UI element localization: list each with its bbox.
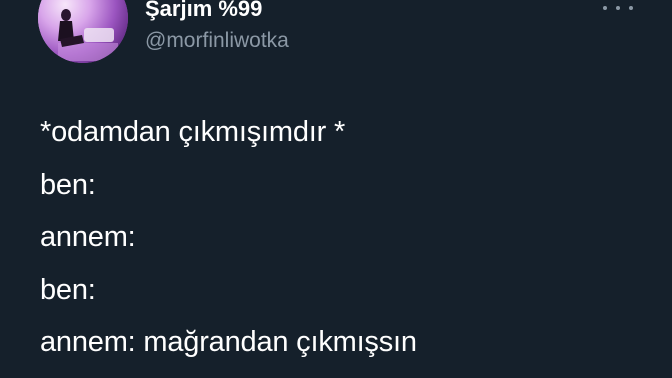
tweet-text: *odamdan çıkmışımdır * ben: annem: ben: … (40, 112, 660, 375)
tweet-line: *odamdan çıkmışımdır * (40, 116, 346, 148)
author-handle[interactable]: @morfinliwotka (145, 28, 289, 54)
tweet-line: annem: mağrandan çıkmışsın (40, 326, 417, 358)
more-dot (616, 6, 620, 10)
tweet-line: ben: (40, 273, 96, 306)
avatar-photo-icon (38, 0, 128, 63)
more-dot (603, 6, 607, 10)
author-avatar[interactable] (38, 0, 128, 63)
more-dot (629, 6, 633, 10)
tweet-line: annem: (40, 221, 136, 253)
tweet-line: ben: (40, 168, 96, 201)
more-options-icon[interactable] (603, 0, 633, 19)
author-display-name[interactable]: Şarjım %99 (145, 0, 262, 22)
